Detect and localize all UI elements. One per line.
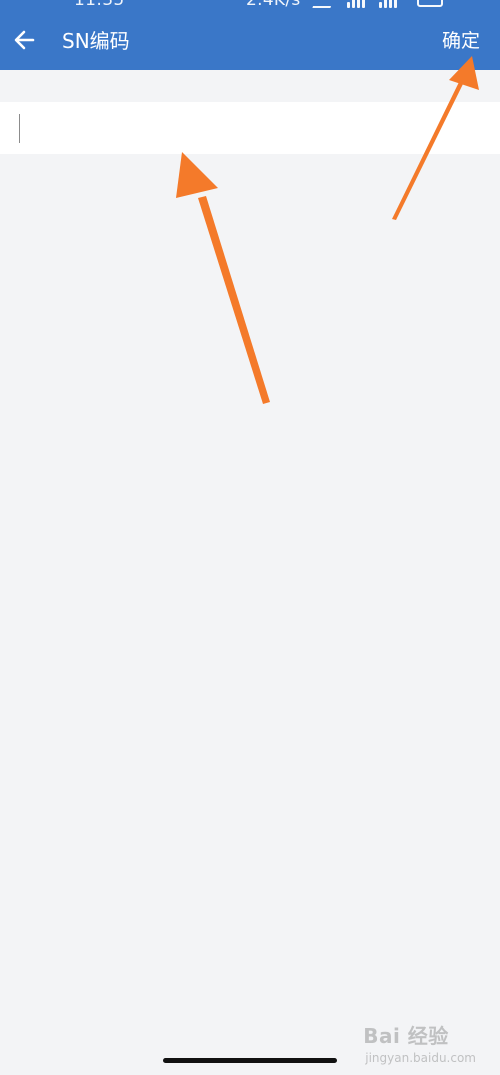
- status-time: 11:35: [74, 0, 125, 10]
- home-indicator[interactable]: [163, 1058, 337, 1063]
- text-caret: [19, 114, 20, 143]
- wifi-icon: [311, 0, 336, 8]
- app-bar: 11:35 2.4K/s SN编码 确定: [0, 0, 500, 70]
- tutorial-arrows: [176, 56, 479, 404]
- battery-icon: [416, 0, 443, 7]
- sn-code-screen: 11:35 2.4K/s SN编码 确定 Bai 经验 jingyan.baid…: [0, 0, 500, 1075]
- signal-icon: [346, 0, 365, 8]
- network-speed: 2.4K/s: [246, 0, 301, 10]
- status-indicators: 2.4K/s: [246, 0, 443, 10]
- page-title: SN编码: [62, 29, 130, 53]
- signal-icon-secondary: [378, 0, 397, 8]
- back-button[interactable]: [10, 26, 42, 54]
- watermark: Bai 经验 jingyan.baidu.com: [363, 1020, 476, 1065]
- watermark-brand: Bai 经验: [363, 1024, 449, 1048]
- confirm-button[interactable]: 确定: [442, 28, 480, 54]
- sn-input-row: [0, 102, 500, 154]
- watermark-site: jingyan.baidu.com: [365, 1051, 476, 1065]
- arrow-left-icon: [14, 30, 35, 50]
- sn-input[interactable]: [18, 110, 478, 146]
- arrow-to-input: [176, 152, 270, 404]
